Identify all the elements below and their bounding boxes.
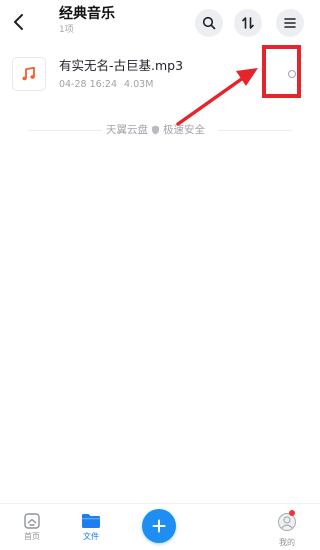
back-button[interactable] [8,10,30,34]
back-icon [14,14,23,30]
file-date: 04-28 16:24 [59,79,118,90]
page-title: 经典音乐 [59,6,115,22]
notification-badge [289,510,295,516]
brand-slogan: 天翼云盘 极速安全 [106,123,205,137]
brand-divider: 天翼云盘 极速安全 [0,122,320,138]
profile-avatar-wrap [277,510,297,536]
home-icon [24,513,40,529]
file-meta: 04-28 16:24 4.03M [59,79,153,91]
menu-button[interactable] [276,9,304,37]
annotation-arrow-icon [176,68,258,126]
tab-profile[interactable]: 我的 [267,510,307,548]
brand-tagline: 极速安全 [163,124,205,136]
sort-icon [242,17,254,29]
music-file-icon [12,57,46,91]
title-block: 经典音乐 1项 [59,5,115,36]
file-size: 4.03M [124,79,154,90]
sort-button[interactable] [234,9,262,37]
folder-icon [82,514,100,528]
tab-files[interactable]: 文件 [71,512,111,542]
file-name: 有实无名-古巨基.mp3 [59,58,184,73]
brand-name: 天翼云盘 [106,124,148,136]
search-button[interactable] [195,9,223,37]
header-bar: 经典音乐 1项 [0,0,320,46]
annotation-highlight-box [262,45,301,98]
add-button[interactable] [142,509,176,543]
tab-profile-label: 我的 [279,538,295,547]
tab-home-label: 首页 [24,532,40,541]
search-icon [202,16,216,30]
tab-home[interactable]: 首页 [12,512,52,542]
item-count: 1项 [59,25,74,35]
tab-files-label: 文件 [83,532,99,541]
music-note-icon [22,66,35,81]
divider-line-right [218,130,292,131]
plus-icon [152,519,166,533]
shield-icon [152,125,159,135]
menu-icon [284,18,296,28]
divider-line-left [28,130,102,131]
